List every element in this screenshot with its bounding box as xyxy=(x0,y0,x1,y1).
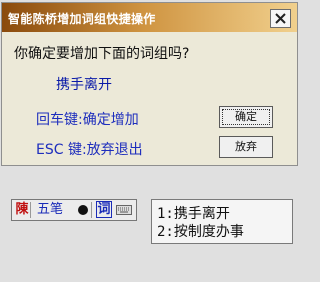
phrase-mode-toggle[interactable]: 词 xyxy=(96,201,112,218)
confirm-add-phrase-dialog: 智能陈桥增加词组快捷操作 你确定要增加下面的词组吗? 携手离开 回车键:确定增加… xyxy=(1,2,298,166)
cancel-button[interactable]: 放弃 xyxy=(219,136,273,158)
keyboard-icon[interactable] xyxy=(115,202,133,218)
new-phrase: 携手离开 xyxy=(56,77,112,93)
punctuation-mode-icon[interactable] xyxy=(75,202,92,218)
ime-logo[interactable]: 陳 xyxy=(14,202,31,218)
candidate-window: 1:携手离开 2:按制度办事 xyxy=(151,199,293,244)
candidate-item[interactable]: 1:携手离开 xyxy=(157,203,230,223)
ime-status-bar: 陳 五笔 词 xyxy=(11,199,137,221)
close-icon xyxy=(275,13,286,24)
esc-key-hint: ESC 键:放弃退出 xyxy=(36,142,143,158)
dialog-titlebar[interactable]: 智能陈桥增加词组快捷操作 xyxy=(2,3,297,32)
enter-key-hint: 回车键:确定增加 xyxy=(36,112,139,128)
confirm-button[interactable]: 确定 xyxy=(219,106,273,128)
dialog-title: 智能陈桥增加词组快捷操作 xyxy=(8,12,156,26)
ime-mode-name[interactable]: 五笔 xyxy=(33,202,67,218)
candidate-item[interactable]: 2:按制度办事 xyxy=(157,221,244,241)
dialog-prompt: 你确定要增加下面的词组吗? xyxy=(14,46,190,62)
dot-icon xyxy=(78,205,88,215)
close-button[interactable] xyxy=(270,9,291,28)
